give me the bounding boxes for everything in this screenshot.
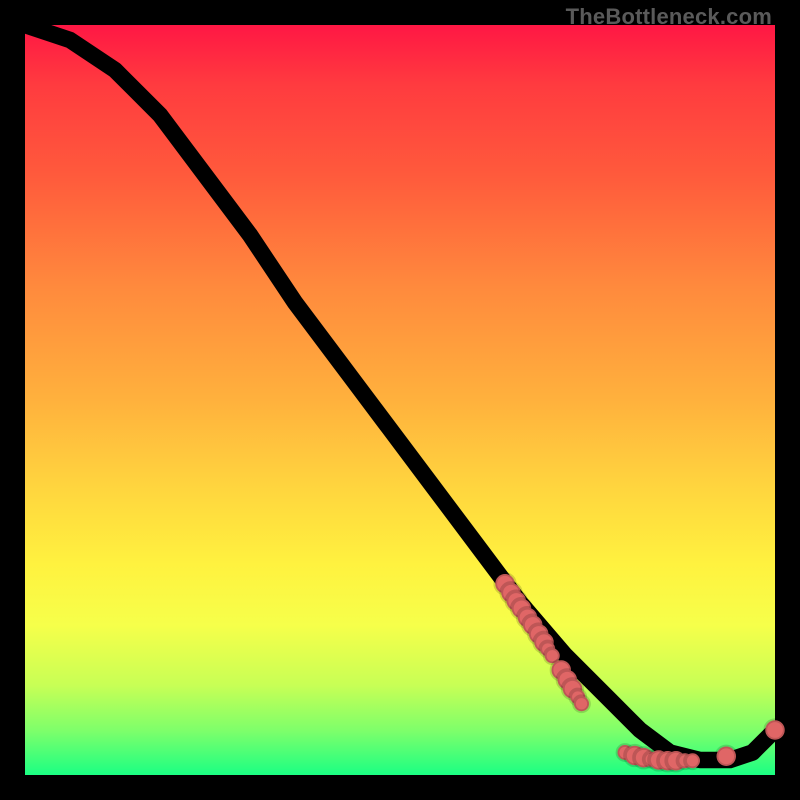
curve-marker [765,720,784,739]
curve-markers [495,574,784,770]
chart-svg [25,25,775,775]
curve-marker [685,753,700,768]
chart-container: TheBottleneck.com [0,0,800,800]
curve-marker [717,747,736,766]
bottleneck-curve-line [25,25,775,760]
curve-marker [574,696,589,711]
